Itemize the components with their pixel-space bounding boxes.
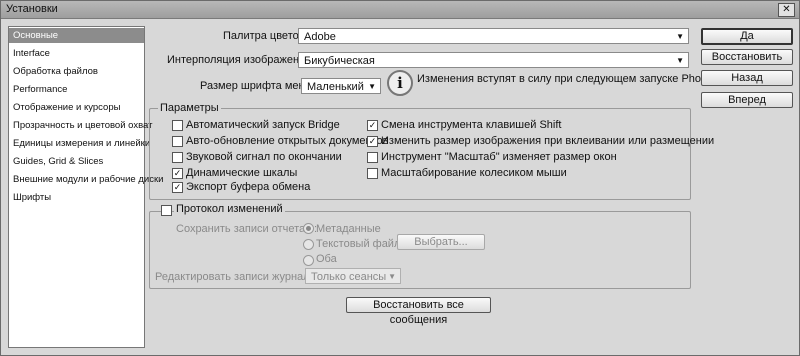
checkbox-beep[interactable] [172,152,183,163]
sidebar-item-guides[interactable]: Guides, Grid & Slices [9,154,144,169]
label-metadata: Метаданные [316,223,381,235]
color-picker-value: Adobe [304,31,336,43]
sidebar-item-units[interactable]: Единицы измерения и линейки [9,136,150,151]
params-group-title: Параметры [158,102,221,114]
color-picker-select[interactable]: Adobe ▼ [298,28,689,44]
checkbox-scroll-zoom[interactable] [367,168,378,179]
checkbox-resize-paste[interactable]: ✓ [367,136,378,147]
checkbox-history-log[interactable] [161,205,172,216]
checkbox-export-clipboard[interactable]: ✓ [172,182,183,193]
label-resize-paste: Изменить размер изображения при вклеиван… [381,135,715,147]
close-icon[interactable]: ✕ [778,3,795,17]
window-title: Установки [6,3,58,15]
reset-button[interactable]: Восстановить [701,49,793,65]
ok-button[interactable]: Да [701,28,793,45]
choose-file-button[interactable]: Выбрать... [397,234,485,250]
title-bar[interactable]: Установки ✕ [1,1,799,19]
label-export-clipboard: Экспорт буфера обмена [186,181,311,193]
preferences-window: Установки ✕ Основные Interface Обработка… [0,0,800,356]
info-icon: i [387,70,413,96]
label-both: Оба [316,253,337,265]
radio-both[interactable] [303,255,314,266]
sidebar-item-cursors[interactable]: Отображение и курсоры [9,100,144,115]
sidebar: Основные Interface Обработка файлов Perf… [8,26,163,348]
sidebar-item-file-handling[interactable]: Обработка файлов [9,64,144,79]
prev-button[interactable]: Назад [701,70,793,86]
sidebar-item-general[interactable]: Основные [9,28,144,43]
sidebar-item-type[interactable]: Шрифты [9,190,144,205]
interpolation-label: Интерполяция изображения: [167,54,315,66]
label-auto-update: Авто-обновление открытых документов [186,135,389,147]
interpolation-value: Бикубическая [304,55,375,67]
sidebar-item-plugins[interactable]: Внешние модули и рабочие диски [9,172,163,187]
chevron-down-icon: ▼ [676,56,684,65]
chevron-down-icon: ▼ [368,82,376,91]
label-zoom-resize: Инструмент "Масштаб" изменяет размер око… [381,151,617,163]
checkbox-dynamic-sliders[interactable]: ✓ [172,168,183,179]
label-scroll-zoom: Масштабирование колесиком мыши [381,167,567,179]
next-button[interactable]: Вперед [701,92,793,108]
font-size-select[interactable]: Маленький ▼ [301,78,381,94]
checkbox-zoom-resize[interactable] [367,152,378,163]
sidebar-item-performance[interactable]: Performance [9,82,144,97]
sidebar-item-interface[interactable]: Interface [9,46,144,61]
chevron-down-icon: ▼ [388,272,396,281]
radio-metadata[interactable] [303,223,314,234]
font-size-label: Размер шрифта меню: [200,80,316,92]
history-group-title: Протокол изменений [174,203,285,215]
edit-log-select[interactable]: Только сеансы ▼ [305,268,401,284]
info-text: Изменения вступят в силу при следующем з… [417,73,738,85]
label-beep: Звуковой сигнал по окончании [186,151,342,163]
edit-log-label: Редактировать записи журнала: [155,271,319,283]
label-textfile: Текстовый файл [316,238,401,250]
sidebar-item-transparency[interactable]: Прозрачность и цветовой охват [9,118,152,133]
font-size-value: Маленький [307,81,364,93]
checkbox-shift-tool[interactable]: ✓ [367,120,378,131]
color-picker-label: Палитра цветов: [223,30,308,42]
chevron-down-icon: ▼ [676,32,684,41]
label-auto-bridge: Автоматический запуск Bridge [186,119,340,131]
edit-log-value: Только сеансы [311,271,387,283]
reset-messages-button[interactable]: Восстановить все сообщения [346,297,491,326]
save-to-label: Сохранить записи отчета в: [176,223,318,235]
radio-textfile[interactable] [303,239,314,250]
label-dynamic-sliders: Динамические шкалы [186,167,298,179]
checkbox-auto-bridge[interactable] [172,120,183,131]
label-shift-tool: Смена инструмента клавишей Shift [381,119,562,131]
checkbox-auto-update[interactable] [172,136,183,147]
interpolation-select[interactable]: Бикубическая ▼ [298,52,689,68]
